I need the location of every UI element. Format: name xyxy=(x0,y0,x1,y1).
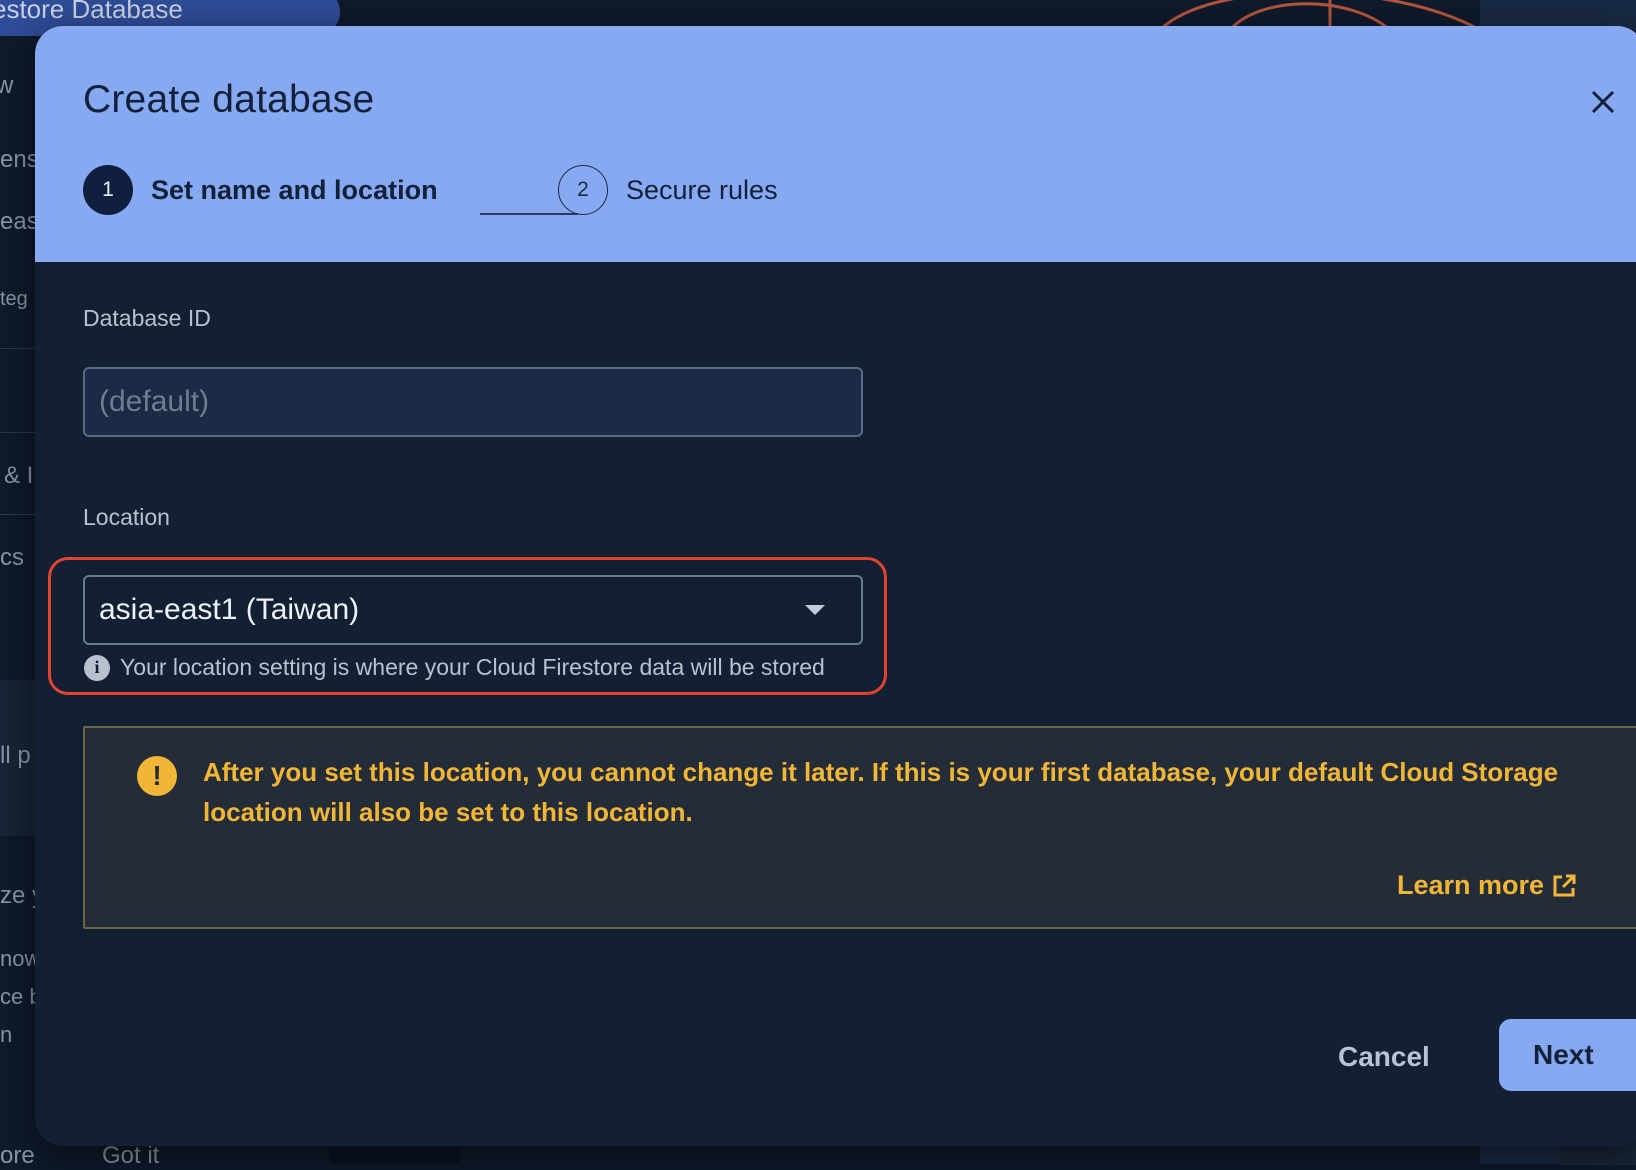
dialog-title: Create database xyxy=(83,78,375,121)
bg-sidebar-fragment: w xyxy=(0,72,14,99)
bg-sidebar-fragment: n xyxy=(0,1022,13,1047)
location-label: Location xyxy=(83,504,170,530)
step-label: Secure rules xyxy=(626,174,778,205)
next-button[interactable]: Next xyxy=(1499,1019,1636,1091)
bg-sidebar-fragment: ore xyxy=(0,1142,35,1169)
bg-sidebar-fragment: eas xyxy=(0,208,39,235)
info-icon: i xyxy=(84,654,110,681)
close-button[interactable] xyxy=(1583,82,1623,122)
location-selected-value: asia-east1 (Taiwan) xyxy=(99,593,360,626)
cancel-button[interactable]: Cancel xyxy=(1338,1041,1430,1073)
location-hint-text: Your location setting is where your Clou… xyxy=(120,654,825,680)
bg-strip xyxy=(330,1148,460,1164)
close-icon xyxy=(1591,90,1615,114)
database-id-input[interactable] xyxy=(83,367,863,437)
bg-divider xyxy=(0,514,40,515)
step-secure-rules: 2 Secure rules xyxy=(558,164,778,216)
bg-got-it-link: Got it xyxy=(102,1142,160,1169)
bg-header-title: estore Database xyxy=(0,0,183,24)
bg-sidebar-fragment: ll p xyxy=(0,742,31,769)
learn-more-label: Learn more xyxy=(1397,870,1545,900)
location-warning-banner: ! After you set this location, you canno… xyxy=(83,726,1636,929)
dialog-header: Create database 1 Set name and location … xyxy=(35,26,1636,262)
warning-text: After you set this location, you cannot … xyxy=(203,757,1559,827)
step-number-badge: 1 xyxy=(83,165,133,215)
step-set-name-location: 1 Set name and location xyxy=(83,164,438,216)
bg-divider xyxy=(0,432,40,433)
bg-sidebar-fragment: cs xyxy=(0,544,24,571)
location-hint: i Your location setting is where your Cl… xyxy=(84,654,825,681)
learn-more-link[interactable]: Learn more xyxy=(1397,870,1578,901)
step-label: Set name and location xyxy=(151,174,438,205)
bg-sidebar-fragment: & I xyxy=(4,462,34,489)
bg-sidebar-fragment: ens xyxy=(0,146,39,173)
external-link-icon xyxy=(1553,874,1576,896)
database-id-label: Database ID xyxy=(83,305,211,331)
dropdown-caret-icon xyxy=(805,605,825,615)
create-database-dialog: Create database 1 Set name and location … xyxy=(35,26,1636,1146)
bg-divider xyxy=(0,348,40,349)
location-select[interactable]: asia-east1 (Taiwan) xyxy=(83,575,863,645)
warning-icon: ! xyxy=(137,756,177,796)
bg-sidebar-fragment: teg xyxy=(0,288,28,310)
step-number-badge: 2 xyxy=(558,165,608,215)
